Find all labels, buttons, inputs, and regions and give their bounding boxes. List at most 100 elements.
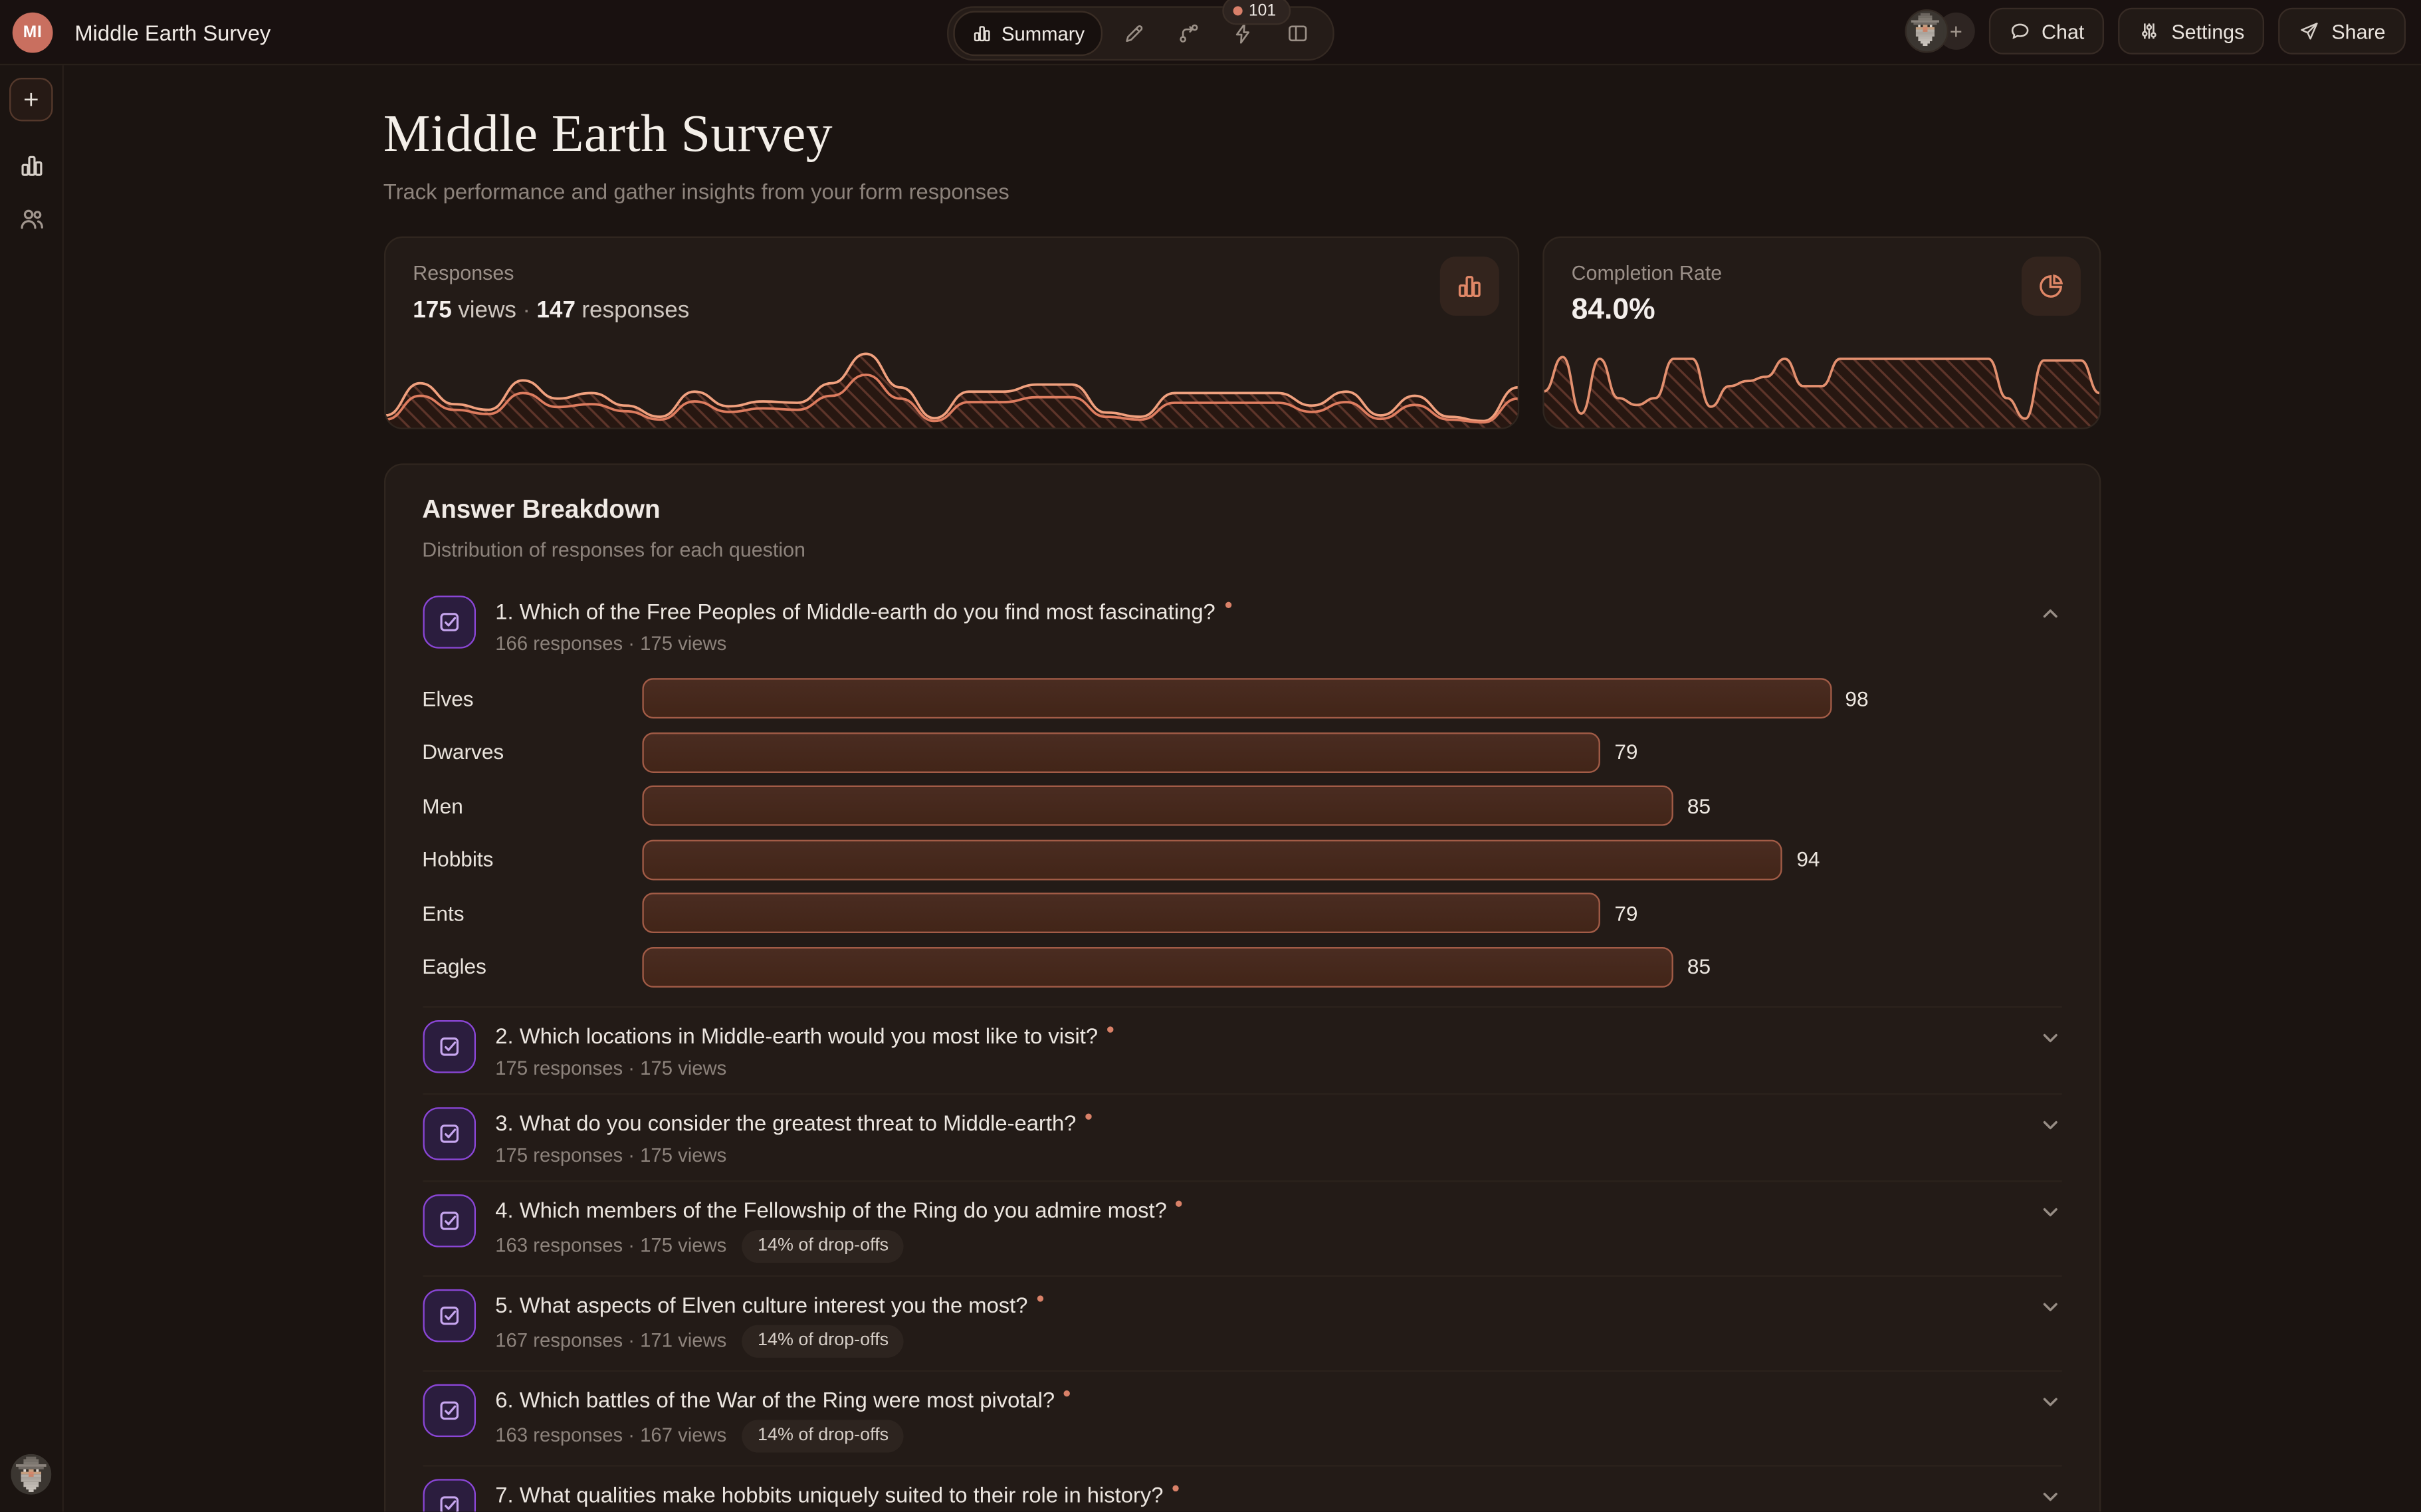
question-main: 1. Which of the Free Peoples of Middle-e… (495, 595, 1231, 656)
bar-label: Elves (422, 687, 641, 710)
bar-label: Dwarves (422, 740, 641, 764)
workflow-icon[interactable] (1166, 13, 1212, 54)
bar (641, 839, 1782, 879)
question-row[interactable]: 3. What do you consider the greatest thr… (422, 1094, 2061, 1180)
question-title: 3. What do you consider the greatest thr… (495, 1108, 1076, 1136)
chevron-icon[interactable] (2038, 1026, 2061, 1049)
bar-chart-toggle-button[interactable] (1439, 257, 1499, 316)
bar-value: 79 (1614, 740, 1637, 764)
question-title: 6. Which battles of the War of the Ring … (495, 1385, 1055, 1413)
question-meta: 163 responses · 167 views (495, 1423, 726, 1448)
answer-breakdown-card: Answer Breakdown Distribution of respons… (383, 463, 2100, 1511)
sidebar-user-avatar[interactable] (11, 1454, 51, 1495)
edit-icon[interactable] (1111, 13, 1158, 54)
tab-summary-label: Summary (1001, 23, 1085, 45)
question-meta: 175 responses · 175 views (495, 1142, 726, 1167)
question-meta: 175 responses · 175 views (495, 1055, 726, 1080)
settings-button[interactable]: Settings (2119, 8, 2265, 54)
bar-row: Men 85 (422, 786, 2061, 826)
sidebar-analytics-item[interactable] (18, 152, 45, 179)
required-dot (1173, 1485, 1179, 1491)
required-dot (1037, 1295, 1043, 1301)
dropoff-badge: 14% of drop-offs (742, 1419, 904, 1452)
bar-value: 85 (1687, 794, 1711, 817)
bar-track: 85 (641, 786, 1831, 826)
bar (641, 786, 1673, 826)
topbar-actions: + Chat Settings (1905, 8, 2406, 54)
notification-badge: 101 (1222, 0, 1290, 25)
sidebar-audience-item[interactable] (18, 205, 45, 232)
bar-label: Hobbits (422, 847, 641, 871)
responses-sparkline (385, 350, 1517, 428)
question-row[interactable]: 1. Which of the Free Peoples of Middle-e… (422, 583, 2061, 669)
question-title: 2. Which locations in Middle-earth would… (495, 1021, 1098, 1049)
bar-track: 79 (641, 893, 1831, 933)
views-word: views (458, 297, 516, 324)
question-row[interactable]: 4. Which members of the Fellowship of th… (422, 1181, 2061, 1274)
topbar: MI Middle Earth Survey Summary (0, 0, 2421, 65)
brand: MI Middle Earth Survey (13, 0, 271, 64)
completion-card: Completion Rate 84.0% (1542, 237, 2100, 429)
required-dot (1107, 1026, 1113, 1031)
question-title: 7. What qualities make hobbits uniquely … (495, 1480, 1163, 1508)
bar-chart-icon (1455, 272, 1483, 300)
bar-value: 79 (1614, 901, 1637, 924)
share-button[interactable]: Share (2279, 8, 2406, 54)
sidebar (0, 64, 64, 1512)
bar-row: Elves 98 (422, 678, 2061, 718)
chevron-icon[interactable] (2038, 602, 2061, 625)
required-dot (1225, 602, 1231, 608)
bar-value: 98 (1845, 687, 1868, 710)
required-dot (1064, 1390, 1070, 1396)
app-title: Middle Earth Survey (74, 19, 270, 44)
bar-row: Dwarves 79 (422, 732, 2061, 772)
chevron-icon[interactable] (2038, 1295, 2061, 1318)
plus-icon (20, 88, 42, 110)
chat-button[interactable]: Chat (1988, 8, 2104, 54)
workspace-avatar[interactable]: MI (13, 12, 53, 53)
question-row[interactable]: 5. What aspects of Elven culture interes… (422, 1276, 2061, 1369)
chevron-icon[interactable] (2038, 1390, 2061, 1413)
question-chart: Elves 98 Dwarves 79 Men 85 Hobbits 94 En… (422, 669, 2061, 1006)
completion-sparkline (1543, 334, 2098, 427)
question-title: 1. Which of the Free Peoples of Middle-e… (495, 597, 1215, 625)
question-row[interactable]: 2. Which locations in Middle-earth would… (422, 1007, 2061, 1093)
bar (641, 678, 1831, 718)
bar-value: 94 (1796, 847, 1820, 871)
main-content: Middle Earth Survey Track performance an… (62, 64, 2421, 1512)
user-avatar[interactable] (1905, 9, 1948, 53)
question-meta: 167 responses · 171 views (495, 1328, 726, 1352)
breakdown-subtitle: Distribution of responses for each quest… (422, 538, 2061, 562)
page-subtitle: Track performance and gather insights fr… (383, 179, 2100, 203)
question-title: 4. Which members of the Fellowship of th… (495, 1195, 1167, 1223)
responses-card: Responses 175 views · 147 responses (383, 237, 1519, 429)
chevron-icon[interactable] (2038, 1200, 2061, 1223)
completion-label: Completion Rate (1572, 261, 1723, 284)
question-meta: 166 responses · 175 views (495, 631, 726, 656)
bar-row: Ents 79 (422, 893, 2061, 933)
badge-count: 101 (1249, 1, 1276, 20)
question-main: 4. Which members of the Fellowship of th… (495, 1194, 1182, 1262)
question-list: 1. Which of the Free Peoples of Middle-e… (422, 583, 2061, 1511)
send-icon (2299, 20, 2321, 42)
completion-value: 84.0% (1572, 294, 1655, 328)
sidebar-new-form-button[interactable] (9, 78, 53, 122)
bar-track: 94 (641, 839, 1831, 879)
responses-value: 175 views · 147 responses (413, 297, 689, 324)
bar-track: 79 (641, 732, 1831, 772)
bar-row: Hobbits 94 (422, 839, 2061, 879)
bar (641, 946, 1673, 987)
chevron-icon[interactable] (2038, 1485, 2061, 1508)
bar-label: Eagles (422, 955, 641, 978)
question-row[interactable]: 7. What qualities make hobbits uniquely … (422, 1465, 2061, 1511)
question-row[interactable]: 6. Which battles of the War of the Ring … (422, 1371, 2061, 1464)
bar-row: Eagles 85 (422, 946, 2061, 987)
checkbox-question-icon (422, 1020, 475, 1073)
pie-chart-toggle-button[interactable] (2021, 257, 2080, 316)
tab-summary[interactable]: Summary (953, 11, 1103, 56)
bar-track: 98 (641, 678, 1831, 718)
chevron-icon[interactable] (2038, 1113, 2061, 1136)
bar (641, 732, 1600, 772)
dropoff-badge: 14% of drop-offs (742, 1230, 904, 1262)
question-main: 7. What qualities make hobbits uniquely … (495, 1478, 1179, 1511)
